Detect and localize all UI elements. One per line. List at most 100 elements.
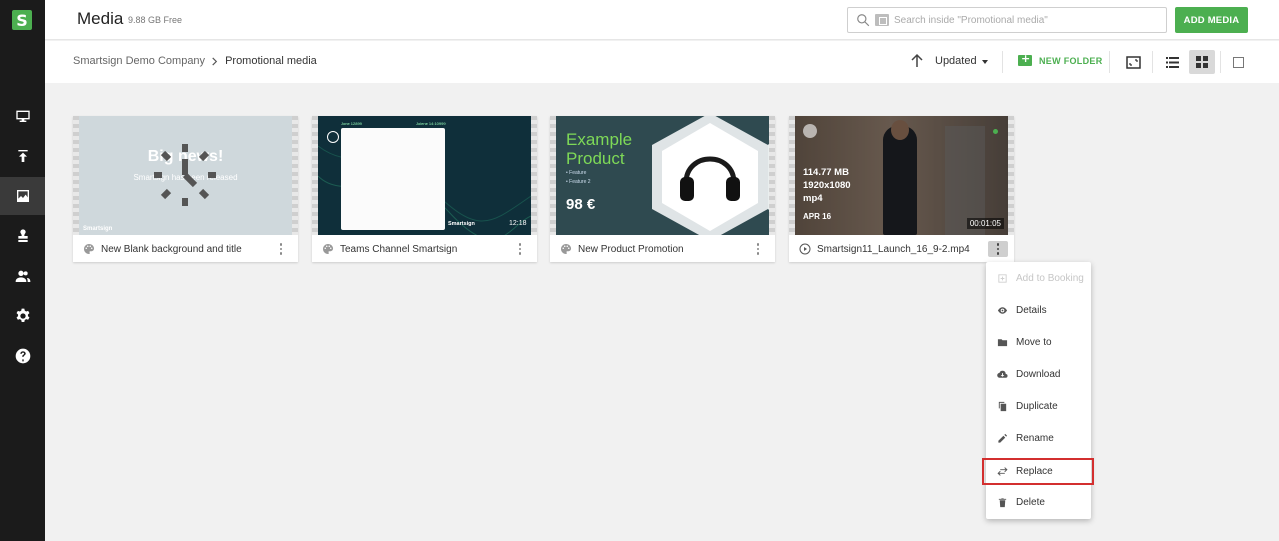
thumb-brand: Smartsign — [83, 226, 113, 232]
menu-item-rename[interactable]: Rename — [986, 422, 1091, 454]
palette-icon — [561, 244, 572, 254]
card-edge — [769, 116, 775, 235]
media-thumbnail[interactable]: Jone 12899 Jolene 14:10999 Smartsign 12:… — [318, 116, 531, 235]
page-title: Media — [77, 9, 124, 28]
status-dot — [993, 129, 998, 134]
preview-size-button[interactable] — [1120, 50, 1146, 74]
aspect-ratio-icon — [1125, 55, 1141, 69]
card-caption: Teams Channel Smartsign — [322, 242, 527, 256]
caret-down-icon[interactable] — [982, 60, 988, 64]
top-header: Media 9.88 GB Free ADD MEDIA — [45, 0, 1279, 40]
chevron-right-icon — [212, 56, 218, 66]
eye-icon — [997, 306, 1008, 314]
thumb-top-left: Jone 12899 — [341, 121, 362, 126]
gear-icon — [16, 308, 29, 322]
palette-icon — [323, 244, 334, 254]
video-duration: 00:01:05 — [966, 218, 1004, 229]
play-circle-icon — [799, 243, 811, 255]
add-media-button[interactable]: ADD MEDIA — [1175, 7, 1248, 33]
palette-icon — [84, 244, 95, 254]
more-options-icon[interactable] — [751, 242, 765, 256]
nav-users[interactable] — [0, 257, 45, 295]
booking-icon — [998, 273, 1007, 283]
search-box[interactable] — [847, 7, 1167, 33]
select-check-icon[interactable] — [803, 124, 817, 138]
free-space-label: 9.88 GB Free — [128, 15, 183, 25]
card-caption: Smartsign11_Launch_16_9-2.mp4 — [799, 241, 1008, 257]
media-name: New Blank background and title — [101, 243, 242, 255]
media-name: Smartsign11_Launch_16_9-2.mp4 — [817, 243, 970, 255]
new-folder-label: NEW FOLDER — [1039, 55, 1103, 66]
folder-image-icon — [875, 14, 889, 26]
menu-item-duplicate[interactable]: Duplicate — [986, 390, 1091, 422]
menu-item-delete[interactable]: Delete — [986, 486, 1091, 518]
copy-icon — [998, 401, 1007, 411]
nav-upload[interactable] — [0, 137, 45, 175]
menu-item-download[interactable]: Download — [986, 358, 1091, 390]
media-name: New Product Promotion — [578, 243, 684, 255]
select-all-checkbox[interactable] — [1225, 50, 1251, 74]
media-card[interactable]: 114.77 MB 1920x1080 mp4 APR 16 00:01:05 … — [789, 116, 1014, 262]
media-card[interactable]: Example Product • Feature • Feature 2 98 €… — [550, 116, 775, 262]
nav-help[interactable] — [0, 337, 45, 375]
thumb-title: Example Product — [566, 130, 633, 168]
menu-item-details[interactable]: Details — [986, 294, 1091, 326]
media-thumbnail[interactable]: Example Product • Feature • Feature 2 98 € — [556, 116, 769, 235]
headphones-image — [652, 116, 769, 235]
cloud-download-icon — [997, 370, 1008, 378]
checkbox-icon — [1232, 56, 1244, 68]
menu-item-move-to[interactable]: Move to — [986, 326, 1091, 358]
divider — [1152, 51, 1153, 73]
search-input[interactable] — [894, 12, 1154, 28]
upload-icon — [17, 150, 28, 162]
help-icon — [15, 348, 30, 364]
sort-direction-icon[interactable] — [909, 53, 925, 69]
swap-icon — [997, 467, 1008, 476]
loading-clock-icon — [154, 144, 216, 206]
breadcrumb: Smartsign Demo Company Promotional media — [73, 55, 317, 67]
monitor-icon — [15, 110, 30, 122]
thumb-top-right: Jolene 14:10999 — [416, 121, 446, 126]
toolbar: Smartsign Demo Company Promotional media… — [45, 41, 1279, 83]
menu-item-add-to-booking: Add to Booking — [986, 262, 1091, 294]
thumb-features: • Feature • Feature 2 — [566, 170, 591, 185]
media-thumbnail[interactable]: Big news! Smartsign has been released Sm… — [79, 116, 292, 235]
smartsign-logo-icon[interactable]: S — [12, 10, 32, 30]
nav-media[interactable] — [0, 177, 45, 215]
breadcrumb-root[interactable]: Smartsign Demo Company — [73, 55, 205, 67]
divider — [1220, 51, 1221, 73]
pencil-icon — [998, 433, 1008, 443]
thumb-panel — [341, 128, 445, 230]
media-thumbnail[interactable]: 114.77 MB 1920x1080 mp4 APR 16 00:01:05 — [795, 116, 1008, 235]
folder-plus-icon — [1018, 52, 1032, 66]
more-options-icon[interactable] — [513, 242, 527, 256]
divider — [1109, 51, 1110, 73]
video-date: APR 16 — [803, 212, 832, 221]
divider — [1002, 51, 1003, 73]
media-card[interactable]: Big news! Smartsign has been released Sm… — [73, 116, 298, 262]
image-icon — [16, 190, 29, 202]
nav-booking[interactable] — [0, 217, 45, 255]
list-view-button[interactable] — [1159, 50, 1185, 74]
menu-item-replace[interactable]: Replace — [982, 458, 1094, 485]
card-caption: New Blank background and title — [83, 242, 288, 256]
avatar-icon — [327, 131, 339, 143]
more-options-icon[interactable] — [988, 241, 1008, 257]
thumb-brand: Smartsign — [448, 221, 475, 227]
sort-dropdown[interactable]: Updated — [935, 55, 977, 67]
nav-screens[interactable] — [0, 97, 45, 135]
left-rail: S — [0, 0, 45, 541]
trash-icon — [998, 497, 1007, 507]
card-edge — [531, 116, 537, 235]
thumb-time: 12:18 — [509, 220, 527, 227]
thumb-price: 98 € — [566, 196, 596, 213]
breadcrumb-current: Promotional media — [225, 55, 317, 67]
grid-icon — [1196, 56, 1208, 68]
more-options-icon[interactable] — [274, 242, 288, 256]
grid-view-button[interactable] — [1189, 50, 1215, 74]
card-caption: New Product Promotion — [560, 242, 765, 256]
new-folder-button[interactable]: NEW FOLDER — [1018, 52, 1103, 66]
nav-settings[interactable] — [0, 297, 45, 335]
media-card[interactable]: Jone 12899 Jolene 14:10999 Smartsign 12:… — [312, 116, 537, 262]
video-meta: 114.77 MB 1920x1080 mp4 — [803, 167, 851, 204]
